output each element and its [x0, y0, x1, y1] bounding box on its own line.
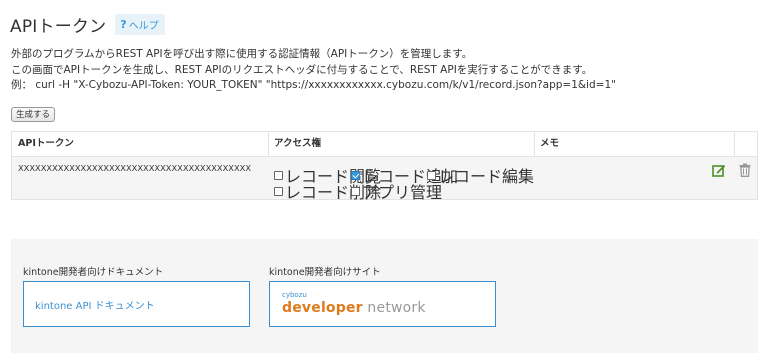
site-label: kintone開発者向けサイト	[269, 267, 381, 278]
token-value: XXXXXXXXXXXXXXXXXXXXXXXXXXXXXXXXXXXXXXXX…	[18, 163, 252, 173]
description-line-2: この画面でAPIトークンを生成し、REST APIのリクエストヘッダに付与するこ…	[11, 63, 593, 76]
help-label: ヘルプ	[128, 21, 159, 32]
table-row: XXXXXXXXXXXXXXXXXXXXXXXXXXXXXXXXXXXXXXXX…	[12, 157, 757, 202]
logo-developer: developer	[282, 300, 363, 316]
description-line-3: 例： curl -H "X-Cybozu-API-Token: YOUR_TOK…	[11, 79, 616, 91]
perm-edit[interactable]: レコード編集	[427, 163, 534, 187]
docs-label: kintone開発者向けドキュメント	[23, 267, 164, 278]
perm-app-admin[interactable]: アプリ管理	[351, 179, 442, 203]
developer-network-logo: developer network	[282, 300, 426, 316]
site-link-box[interactable]: cybozu developer network	[269, 281, 496, 327]
docs-link-box[interactable]: kintone API ドキュメント	[23, 281, 250, 327]
title-row: APIトークン ? ヘルプ	[10, 12, 165, 37]
table-header: APIトークン アクセス権 メモ	[12, 132, 757, 157]
checkbox-app-admin[interactable]	[351, 186, 360, 196]
page-title: APIトークン	[10, 17, 107, 37]
header-access: アクセス権	[274, 138, 322, 149]
description: 外部のプログラムからREST APIを呼び出す際に使用する認証情報（APIトーク…	[11, 47, 616, 94]
docs-link[interactable]: kintone API ドキュメント	[35, 297, 155, 312]
perm-edit-label: レコード編集	[438, 167, 535, 186]
description-line-1: 外部のプログラムからREST APIを呼び出す際に使用する認証情報（APIトーク…	[11, 48, 473, 60]
checkbox-delete[interactable]	[274, 186, 283, 196]
logo-network: network	[362, 300, 426, 316]
help-icon: ?	[120, 18, 127, 31]
perm-app-admin-label: アプリ管理	[362, 183, 443, 202]
help-link[interactable]: ? ヘルプ	[115, 14, 165, 35]
generate-button[interactable]: 生成する	[11, 107, 56, 122]
header-memo: メモ	[540, 138, 560, 149]
cybozu-logo-text: cybozu	[282, 291, 307, 299]
developer-footer: kintone開発者向けドキュメント kintone API ドキュメント ki…	[11, 239, 758, 353]
token-table: APIトークン アクセス権 メモ XXXXXXXXXXXXXXXXXXXXXXX…	[11, 131, 758, 202]
trash-icon[interactable]	[739, 163, 751, 177]
header-api-token: APIトークン	[18, 138, 74, 149]
edit-icon[interactable]	[712, 163, 726, 177]
